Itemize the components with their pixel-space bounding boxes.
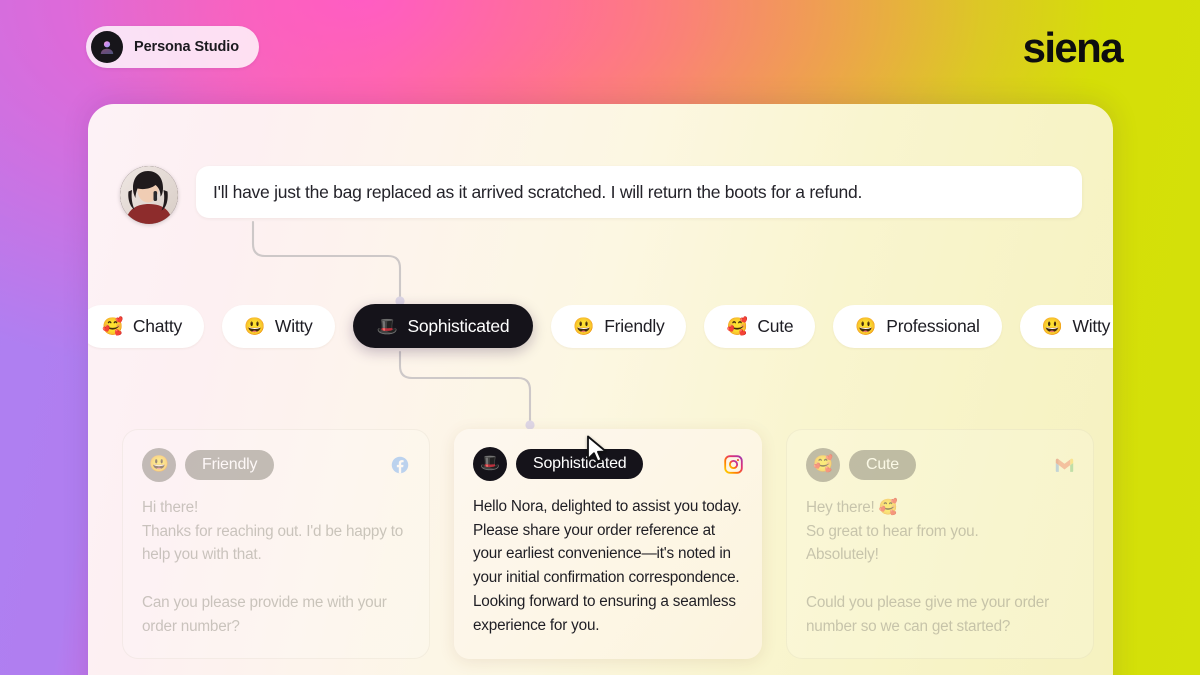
persona-chip-sophisticated[interactable]: 🎩 Sophisticated bbox=[350, 301, 536, 351]
customer-message-bubble: I'll have just the bag replaced as it ar… bbox=[196, 166, 1082, 218]
response-card-sophisticated[interactable]: 🎩 Sophisticated Hello Nora, delighted to… bbox=[452, 427, 764, 662]
persona-studio-badge[interactable]: Persona Studio bbox=[86, 26, 259, 68]
grinning-face-icon: 😃 bbox=[1041, 316, 1063, 336]
instagram-icon bbox=[723, 454, 743, 474]
persona-chip-chatty[interactable]: 🥰 Chatty bbox=[88, 304, 204, 348]
response-body-sophisticated: Hello Nora, delighted to assist you toda… bbox=[473, 498, 742, 634]
persona-avatar-icon bbox=[91, 31, 123, 63]
response-body-friendly: Hi there! Thanks for reaching out. I'd b… bbox=[142, 499, 404, 635]
grinning-face-icon: 😃 bbox=[855, 316, 877, 336]
top-hat-icon: 🎩 bbox=[480, 455, 500, 472]
persona-tag-cute: Cute bbox=[849, 450, 916, 480]
persona-chip-witty-overflow[interactable]: 😃 Witty bbox=[1019, 304, 1113, 348]
customer-avatar bbox=[120, 166, 178, 224]
persona-studio-label: Persona Studio bbox=[134, 39, 239, 55]
persona-avatar-sophisticated: 🎩 bbox=[473, 447, 507, 481]
persona-chip-label: Professional bbox=[886, 315, 980, 336]
smiling-face-hearts-icon: 🥰 bbox=[726, 316, 748, 336]
customer-message-text: I'll have just the bag replaced as it ar… bbox=[213, 181, 863, 202]
grinning-face-icon: 😃 bbox=[573, 316, 595, 336]
grinning-face-icon: 😃 bbox=[244, 316, 265, 336]
persona-avatar-friendly: 😃 bbox=[142, 448, 176, 482]
response-body-cute: Hey there! 🥰 So great to hear from you. … bbox=[806, 499, 1049, 635]
persona-chip-professional[interactable]: 😃 Professional bbox=[833, 304, 1002, 348]
grinning-face-icon: 😃 bbox=[149, 456, 169, 473]
persona-chip-cute[interactable]: 🥰 Cute bbox=[704, 304, 816, 348]
persona-tag-friendly: Friendly bbox=[185, 450, 275, 480]
facebook-icon bbox=[390, 455, 410, 475]
response-card-list: 😃 Friendly Hi there! Thanks for reaching… bbox=[122, 427, 1113, 662]
persona-tag-sophisticated: Sophisticated bbox=[516, 449, 644, 479]
screenshot-stage: Persona Studio siena I'll have just the … bbox=[0, 0, 1200, 675]
persona-avatar-cute: 🥰 bbox=[806, 448, 840, 482]
persona-chip-label: Cute bbox=[757, 315, 794, 336]
persona-chip-label: Chatty bbox=[132, 315, 182, 336]
gmail-icon bbox=[1054, 455, 1074, 475]
persona-chip-label: Witty bbox=[1072, 315, 1111, 336]
smiling-face-hearts-icon: 🥰 bbox=[102, 316, 123, 336]
response-card-cute[interactable]: 🥰 Cute Hey there! 🥰 So great to hear fro… bbox=[786, 429, 1094, 660]
persona-chip-label: Witty bbox=[274, 315, 313, 336]
siena-logo: siena bbox=[1022, 24, 1124, 71]
persona-chip-label: Friendly bbox=[604, 315, 665, 336]
persona-studio-panel: I'll have just the bag replaced as it ar… bbox=[88, 104, 1113, 675]
response-card-header: 😃 Friendly bbox=[142, 448, 410, 482]
persona-chip-label: Sophisticated bbox=[407, 315, 510, 336]
response-card-friendly[interactable]: 😃 Friendly Hi there! Thanks for reaching… bbox=[122, 429, 430, 660]
top-hat-icon: 🎩 bbox=[376, 316, 398, 336]
persona-chip-list: 🥰 Chatty 😃 Witty 🎩 Sophisticated 😃 Frien… bbox=[88, 301, 1113, 351]
response-card-header: 🎩 Sophisticated bbox=[473, 447, 743, 481]
smiling-face-hearts-icon: 🥰 bbox=[813, 456, 833, 473]
persona-chip-witty[interactable]: 😃 Witty bbox=[222, 304, 335, 348]
persona-chip-friendly[interactable]: 😃 Friendly bbox=[551, 304, 687, 348]
customer-message-row: I'll have just the bag replaced as it ar… bbox=[120, 166, 1082, 224]
response-card-header: 🥰 Cute bbox=[806, 448, 1074, 482]
